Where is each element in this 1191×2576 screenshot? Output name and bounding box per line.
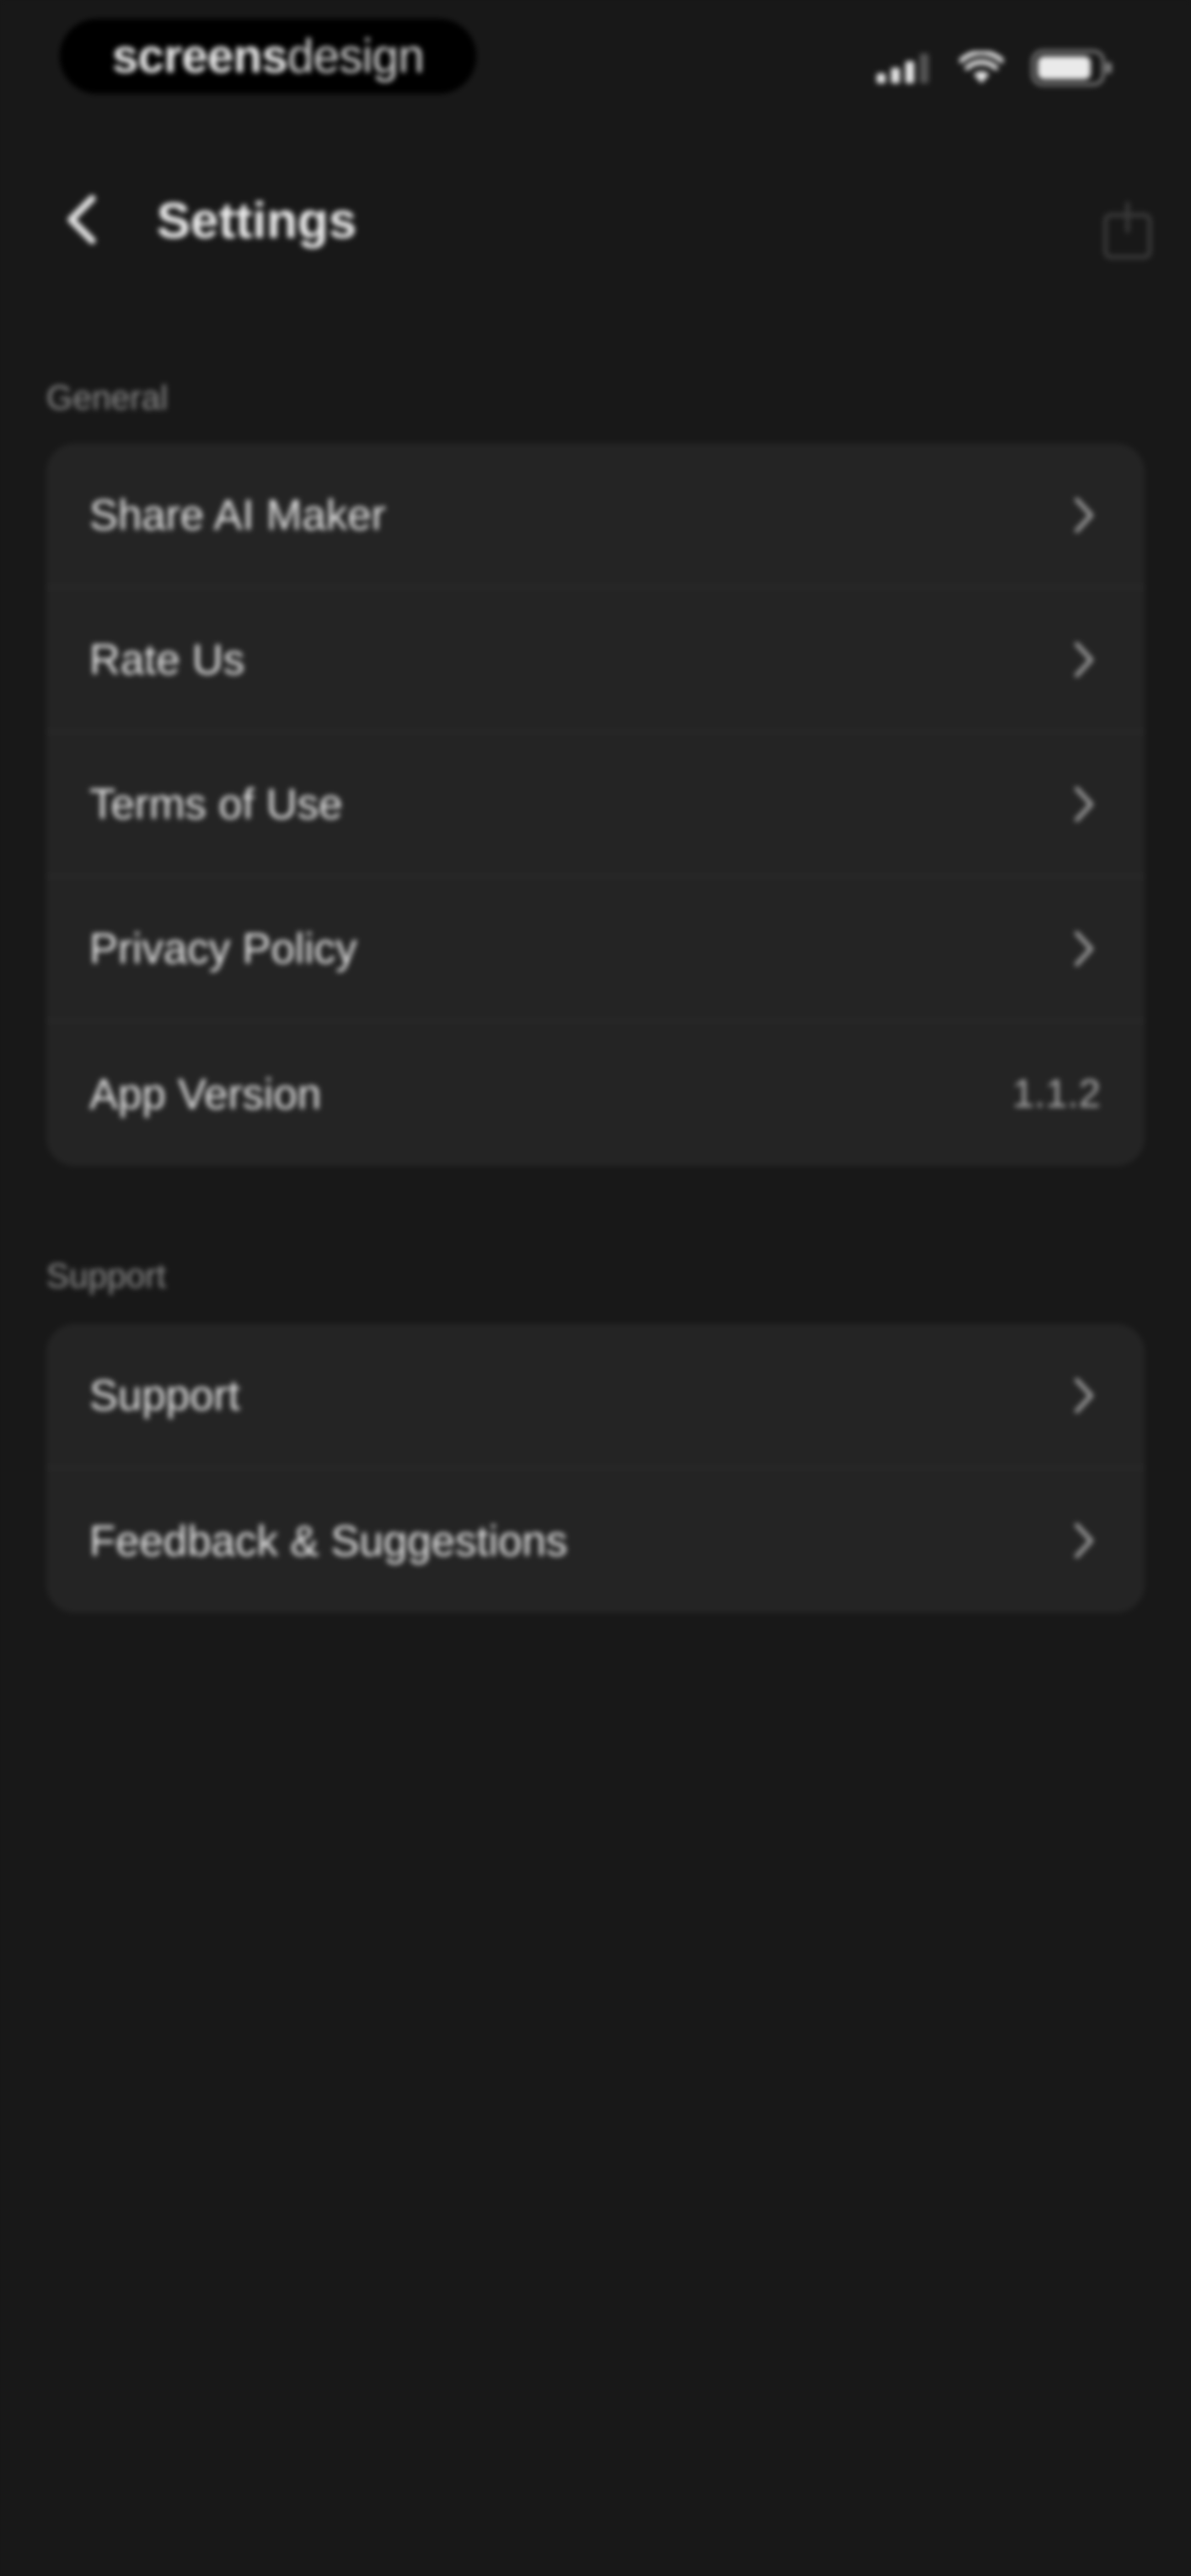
row-label: Support	[89, 1371, 240, 1419]
brand-bold-text: screens	[112, 29, 288, 83]
battery-icon	[1031, 50, 1114, 89]
section-header-support: Support	[46, 1257, 167, 1295]
row-support[interactable]: Support	[46, 1324, 1145, 1468]
chevron-right-icon	[1067, 927, 1101, 971]
page-title: Settings	[157, 193, 357, 249]
share-icon	[1097, 199, 1158, 259]
status-icons	[877, 50, 1114, 89]
row-rate-us[interactable]: Rate Us	[46, 588, 1145, 733]
chevron-right-icon	[1067, 1373, 1101, 1418]
back-button[interactable]	[50, 188, 116, 254]
chevron-right-icon	[1067, 638, 1101, 682]
navigation-bar: Settings	[0, 165, 1191, 276]
row-label: Share AI Maker	[89, 490, 386, 539]
chevron-left-icon	[63, 193, 102, 249]
chevron-right-icon	[1067, 782, 1101, 826]
row-label: Terms of Use	[89, 779, 343, 828]
row-label: Rate Us	[89, 635, 245, 683]
chevron-right-icon	[1067, 1519, 1101, 1563]
wifi-icon	[958, 50, 1005, 87]
brand-light-text: design	[287, 29, 424, 83]
general-settings-card: Share AI Maker Rate Us Terms of Use Priv…	[46, 443, 1145, 1166]
section-header-general: General	[46, 379, 168, 417]
app-version-value: 1.1.2	[1012, 1072, 1101, 1116]
row-share-ai-maker[interactable]: Share AI Maker	[46, 443, 1145, 588]
screensdesign-watermark: screens design	[60, 19, 476, 94]
row-label: Feedback & Suggestions	[89, 1516, 568, 1565]
row-privacy-policy[interactable]: Privacy Policy	[46, 877, 1145, 1022]
row-label: Privacy Policy	[89, 924, 357, 972]
row-terms-of-use[interactable]: Terms of Use	[46, 733, 1145, 877]
cellular-signal-icon	[877, 52, 932, 86]
support-settings-card: Support Feedback & Suggestions	[46, 1324, 1145, 1613]
chevron-right-icon	[1067, 493, 1101, 537]
row-label: App Version	[89, 1069, 321, 1118]
status-bar: screens design	[0, 0, 1191, 116]
row-feedback-suggestions[interactable]: Feedback & Suggestions	[46, 1468, 1145, 1613]
row-app-version: App Version 1.1.2	[46, 1022, 1145, 1166]
